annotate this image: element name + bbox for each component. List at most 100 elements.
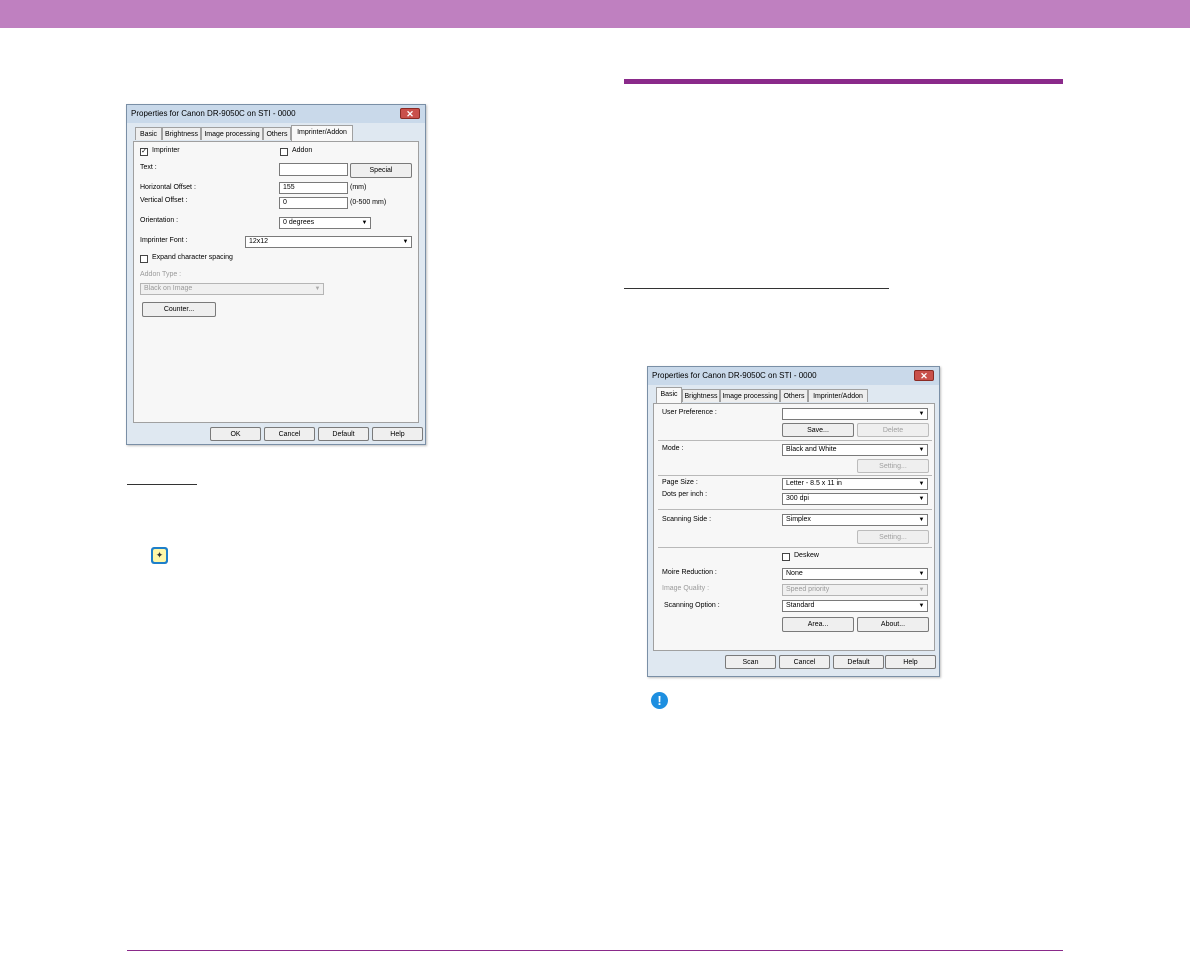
user-preference-select[interactable]: ▼ [782, 408, 928, 420]
horizontal-offset-unit: (mm) [350, 184, 367, 191]
orientation-select[interactable]: 0 degrees ▼ [279, 217, 371, 229]
expand-spacing-label: Expand character spacing [152, 254, 233, 261]
chevron-down-icon: ▼ [361, 220, 368, 226]
section-rule [624, 79, 1063, 84]
image-quality-label: Image Quality : [662, 585, 710, 592]
dialog-title: Properties for Canon DR-9050C on STI - 0… [127, 105, 425, 123]
scan-button[interactable]: Scan [725, 655, 776, 669]
underline-rule [127, 484, 197, 485]
cancel-button[interactable]: Cancel [779, 655, 830, 669]
divider [658, 475, 932, 476]
scanning-side-select[interactable]: Simplex ▼ [782, 514, 928, 526]
tab-basic[interactable]: Basic [135, 127, 162, 140]
default-button[interactable]: Default [833, 655, 884, 669]
mode-label: Mode : [662, 445, 684, 452]
moire-reduction-value: None [786, 570, 803, 577]
properties-dialog-imprinter: Properties for Canon DR-9050C on STI - 0… [126, 104, 426, 445]
scanning-option-select[interactable]: Standard ▼ [782, 600, 928, 612]
imprinter-checkbox[interactable]: ✓ [140, 148, 148, 156]
tab-image-processing[interactable]: Image processing [720, 389, 780, 402]
help-button[interactable]: Help [372, 427, 423, 441]
tab-others[interactable]: Others [263, 127, 291, 140]
chevron-down-icon: ▼ [918, 411, 925, 417]
tab-brightness[interactable]: Brightness [162, 127, 201, 140]
tip-icon: ✦ [151, 547, 168, 564]
delete-button[interactable]: Delete [857, 423, 929, 437]
vertical-offset-field[interactable]: 0 [279, 197, 348, 209]
page-size-select[interactable]: Letter - 8.5 x 11 in ▼ [782, 478, 928, 490]
tab-panel: User Preference : ▼ Save... Delete Mode … [653, 403, 935, 651]
deskew-checkbox[interactable] [782, 553, 790, 561]
chevron-down-icon: ▼ [314, 286, 321, 292]
help-button[interactable]: Help [885, 655, 936, 669]
vertical-offset-label: Vertical Offset : [140, 197, 188, 204]
addon-label: Addon [292, 147, 313, 154]
addon-checkbox[interactable] [280, 148, 288, 156]
chevron-down-icon: ▼ [918, 571, 925, 577]
scanning-option-value: Standard [786, 602, 815, 609]
orientation-value: 0 degrees [283, 219, 315, 226]
imprinter-font-value: 12x12 [249, 238, 269, 245]
addon-type-label: Addon Type : [140, 271, 182, 278]
tab-others[interactable]: Others [780, 389, 808, 402]
chevron-down-icon: ▼ [918, 603, 925, 609]
close-icon[interactable]: ✕ [400, 108, 420, 119]
text-field[interactable] [279, 163, 348, 176]
imprinter-font-select[interactable]: 12x12 ▼ [245, 236, 412, 248]
addon-type-value: Black on Image [144, 285, 193, 292]
save-button[interactable]: Save... [782, 423, 854, 437]
special-button[interactable]: Special [350, 163, 412, 178]
divider [658, 440, 932, 441]
expand-spacing-checkbox[interactable] [140, 255, 148, 263]
scanning-option-label: Scanning Option : [664, 602, 720, 609]
chevron-down-icon: ▼ [918, 517, 925, 523]
imprinter-font-label: Imprinter Font : [140, 237, 188, 244]
mode-setting-button[interactable]: Setting... [857, 459, 929, 473]
vertical-offset-range: (0-500 mm) [350, 199, 387, 206]
chevron-down-icon: ▼ [918, 587, 925, 593]
addon-type-select[interactable]: Black on Image ▼ [140, 283, 324, 295]
chevron-down-icon: ▼ [402, 239, 409, 245]
dpi-label: Dots per inch : [662, 491, 708, 498]
horizontal-offset-field[interactable]: 155 [279, 182, 348, 194]
dpi-value: 300 dpi [786, 495, 809, 502]
page-size-value: Letter - 8.5 x 11 in [786, 480, 842, 487]
lightbulb-icon: ✦ [153, 549, 166, 562]
chevron-down-icon: ▼ [918, 447, 925, 453]
imprinter-label: Imprinter [152, 147, 180, 154]
caution-icon: ! [651, 692, 668, 709]
moire-reduction-select[interactable]: None ▼ [782, 568, 928, 580]
tab-imprinter-addon[interactable]: Imprinter/Addon [808, 389, 868, 402]
mode-select[interactable]: Black and White ▼ [782, 444, 928, 456]
tab-panel: ✓ Imprinter Addon Text : Special Horizon… [133, 141, 419, 423]
tab-image-processing[interactable]: Image processing [201, 127, 263, 140]
deskew-label: Deskew [794, 552, 819, 559]
image-quality-select[interactable]: Speed priority ▼ [782, 584, 928, 596]
close-icon[interactable]: ✕ [914, 370, 934, 381]
cancel-button[interactable]: Cancel [264, 427, 315, 441]
moire-reduction-label: Moire Reduction : [662, 569, 717, 576]
header-band [0, 0, 1190, 28]
area-button[interactable]: Area... [782, 617, 854, 632]
footer-rule [127, 950, 1063, 951]
page-size-label: Page Size : [662, 479, 698, 486]
tab-basic[interactable]: Basic [656, 387, 682, 403]
dialog-title: Properties for Canon DR-9050C on STI - 0… [648, 367, 939, 385]
chevron-down-icon: ▼ [918, 496, 925, 502]
side-setting-button[interactable]: Setting... [857, 530, 929, 544]
properties-dialog-basic: Properties for Canon DR-9050C on STI - 0… [647, 366, 940, 677]
tab-brightness[interactable]: Brightness [682, 389, 720, 402]
image-quality-value: Speed priority [786, 586, 830, 593]
counter-button[interactable]: Counter... [142, 302, 216, 317]
dpi-select[interactable]: 300 dpi ▼ [782, 493, 928, 505]
ok-button[interactable]: OK [210, 427, 261, 441]
chevron-down-icon: ▼ [918, 481, 925, 487]
tab-imprinter-addon[interactable]: Imprinter/Addon [291, 125, 353, 141]
divider [658, 547, 932, 548]
mode-value: Black and White [786, 446, 837, 453]
about-button[interactable]: About... [857, 617, 929, 632]
text-label: Text : [140, 164, 157, 171]
divider [658, 509, 932, 510]
default-button[interactable]: Default [318, 427, 369, 441]
user-preference-label: User Preference : [662, 409, 717, 416]
